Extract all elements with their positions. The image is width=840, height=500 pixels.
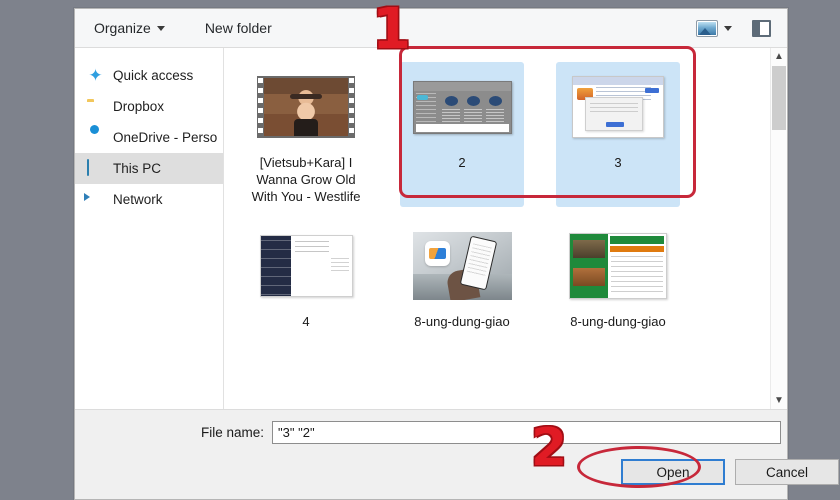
file-item-label: 8-ung-dung-giao (570, 314, 666, 329)
file-item[interactable]: 8-ung-dung-giao (556, 221, 680, 366)
file-name-row: File name: "3" "2" (75, 410, 787, 444)
computer-icon (87, 159, 104, 177)
sidebar-item-label: Network (113, 192, 163, 207)
file-item[interactable]: 8-ung-dung-giao (400, 221, 524, 366)
annotation-step-1: 1 (372, 0, 411, 62)
sidebar-item-onedrive[interactable]: OneDrive - Perso (75, 122, 223, 153)
dialog-button-row: Open Cancel (621, 459, 839, 485)
file-open-dialog: Organize New folder ✦ Quick access Dropb… (74, 8, 839, 500)
preview-pane-icon[interactable] (752, 19, 771, 37)
file-item-label: 3 (614, 155, 622, 170)
file-name-input[interactable]: "3" "2" (272, 421, 781, 444)
network-icon (87, 191, 104, 208)
cloud-icon (87, 129, 104, 146)
toolbar-right-group (696, 19, 777, 37)
navigation-sidebar: ✦ Quick access Dropbox OneDrive - Perso … (75, 48, 224, 409)
dialog-toolbar: Organize New folder (75, 9, 787, 48)
cancel-button[interactable]: Cancel (735, 459, 839, 485)
file-grid: [Vietsub+Kara] I Wanna Grow Old With You… (224, 48, 770, 409)
phone-in-hand-photo-thumbnail (410, 227, 514, 305)
scrollbar-thumb[interactable] (772, 66, 786, 130)
view-layout-icon[interactable] (696, 19, 718, 37)
dialog-screenshot-thumbnail (566, 68, 670, 146)
file-item-label: 8-ung-dung-giao (414, 314, 510, 329)
file-item-label: 2 (458, 155, 466, 170)
video-film-thumbnail (254, 68, 358, 146)
dialog-footer: File name: "3" "2" Open Cancel (75, 409, 839, 499)
file-name-label: File name: (201, 425, 265, 440)
dark-sidebar-screenshot-thumbnail (254, 227, 358, 305)
new-folder-button[interactable]: New folder (196, 15, 281, 41)
sidebar-item-quick-access[interactable]: ✦ Quick access (75, 60, 223, 91)
sidebar-item-label: Dropbox (113, 99, 165, 114)
sidebar-item-dropbox[interactable]: Dropbox (75, 91, 223, 122)
file-item-label: 4 (302, 314, 310, 329)
star-icon: ✦ (88, 66, 103, 85)
organize-label: Organize (94, 20, 151, 36)
file-item[interactable]: 4 (244, 221, 368, 366)
annotation-step-2: 2 (531, 418, 568, 478)
sidebar-item-label: This PC (113, 161, 162, 176)
dialog-body: ✦ Quick access Dropbox OneDrive - Perso … (75, 48, 787, 409)
file-item[interactable]: 3 (556, 62, 680, 207)
sidebar-item-network[interactable]: Network (75, 184, 223, 215)
file-list-pane[interactable]: [Vietsub+Kara] I Wanna Grow Old With You… (224, 48, 787, 409)
green-app-screenshot-thumbnail (566, 227, 670, 305)
file-item[interactable]: 2 (400, 62, 524, 207)
file-item-label: [Vietsub+Kara] I Wanna Grow Old With You… (251, 155, 361, 204)
chevron-up-icon[interactable]: ▲ (771, 48, 787, 65)
vertical-scrollbar[interactable]: ▲ ▼ (770, 48, 787, 409)
chevron-down-icon (156, 25, 165, 31)
sidebar-item-label: Quick access (113, 68, 194, 83)
new-folder-label: New folder (204, 20, 272, 36)
sidebar-item-this-pc[interactable]: This PC (75, 153, 223, 184)
sidebar-item-label: OneDrive - Perso (113, 130, 218, 145)
chevron-down-icon[interactable]: ▼ (771, 392, 787, 409)
window-screenshot-thumbnail (410, 68, 514, 146)
chevron-down-icon[interactable] (724, 25, 732, 31)
open-button[interactable]: Open (621, 459, 725, 485)
file-item[interactable]: [Vietsub+Kara] I Wanna Grow Old With You… (244, 62, 368, 207)
organize-button[interactable]: Organize (85, 15, 174, 41)
folder-icon (87, 98, 104, 115)
